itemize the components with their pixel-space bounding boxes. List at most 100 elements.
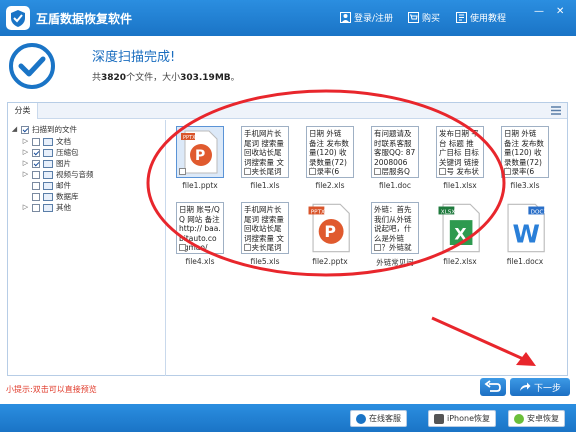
- media-checkbox[interactable]: [32, 170, 40, 179]
- close-icon[interactable]: ✕: [556, 6, 564, 17]
- footer-bar: 在线客服 iPhone恢复 安卓恢复: [0, 404, 576, 432]
- file-thumbnail[interactable]: 手机网片长尾词 搜索量 回收站长尾词搜索量 文件夹长尾词: [241, 202, 289, 254]
- pptx-file-icon: PPTX P: [308, 203, 350, 253]
- file-name: file1.docx: [506, 257, 544, 266]
- root-checkbox[interactable]: [21, 125, 29, 134]
- tutorial-button[interactable]: 使用教程: [456, 11, 506, 24]
- list-view-icon[interactable]: [551, 106, 561, 115]
- scan-summary: 共3820个文件，大小303.19MB。: [92, 73, 240, 83]
- buy-button[interactable]: 购买: [408, 11, 440, 24]
- file-item[interactable]: 外链：首先我们从外链说起吧，什么是外链呢？外链就是在 外链常见问: [365, 202, 425, 268]
- file-item[interactable]: 发布日期 平台 标题 推广目标 目标关键词 链接 账号 发布状态 file1.x…: [430, 126, 490, 190]
- file-thumbnail[interactable]: XLSX X: [436, 202, 484, 254]
- undo-arrow-icon: [484, 380, 501, 392]
- tree-item-mail[interactable]: 邮件: [32, 180, 71, 191]
- svg-text:DOCX: DOCX: [531, 209, 548, 215]
- file-item[interactable]: DOCX W file1.docx: [495, 202, 555, 266]
- file-count: 3820: [101, 73, 127, 83]
- user-icon: [340, 12, 351, 23]
- android-recovery-label: 安卓恢复: [527, 414, 559, 423]
- preview-hint: 小提示:双击可以直接预览: [6, 385, 97, 394]
- file-item[interactable]: 日期 外链 备注 发布数量(120) 收录数量(72) 收录率(6 file2.…: [300, 126, 360, 190]
- image-folder-icon: [43, 159, 53, 168]
- file-thumbnail[interactable]: 日期 账号/QQ 网站 备注 http:// baa.bitauto.co ng…: [176, 202, 224, 254]
- tree-item-database[interactable]: 数据库: [32, 191, 79, 202]
- file-checkbox[interactable]: [439, 168, 446, 175]
- file-item[interactable]: 日期 账号/QQ 网站 备注 http:// baa.bitauto.co ng…: [170, 202, 230, 266]
- expand-icon[interactable]: ▷: [22, 171, 29, 178]
- file-checkbox[interactable]: [309, 168, 316, 175]
- database-checkbox[interactable]: [32, 192, 40, 201]
- iphone-recovery-button[interactable]: iPhone恢复: [428, 410, 497, 427]
- scan-status-title: 深度扫描完成!: [92, 50, 176, 65]
- svg-text:PPTX: PPTX: [311, 209, 325, 215]
- file-checkbox[interactable]: [179, 244, 186, 251]
- mail-checkbox[interactable]: [32, 181, 40, 190]
- next-step-button[interactable]: 下一步: [510, 378, 570, 396]
- file-checkbox[interactable]: [374, 168, 381, 175]
- file-name: file1.pptx: [182, 181, 218, 190]
- back-button[interactable]: [480, 378, 506, 396]
- tree-item-images[interactable]: ▷ 图片: [22, 158, 71, 169]
- phone-icon: [434, 413, 444, 424]
- share-arrow-icon: [519, 382, 531, 391]
- file-thumbnail[interactable]: 手机网片长尾词 搜索量 回收站长尾词搜索量 文件夹长尾词: [241, 126, 289, 178]
- file-item[interactable]: PPTX P file1.pptx: [170, 126, 230, 190]
- online-service-label: 在线客服: [369, 414, 401, 423]
- file-item[interactable]: 手机网片长尾词 搜索量 回收站长尾词搜索量 文件夹长尾词 file5.xls: [235, 202, 295, 266]
- file-item[interactable]: XLSX X file2.xlsx: [430, 202, 490, 266]
- media-folder-icon: [43, 170, 53, 179]
- expand-icon[interactable]: ▷: [22, 138, 29, 145]
- file-thumbnail[interactable]: 日期 外链 备注 发布数量(120) 收录数量(72) 收录率(6: [501, 126, 549, 178]
- app-title: 互盾数据恢复软件: [36, 12, 133, 26]
- file-thumbnail[interactable]: 发布日期 平台 标题 推广目标 目标关键词 链接 账号 发布状态: [436, 126, 484, 178]
- collapse-icon[interactable]: ◢: [11, 126, 18, 133]
- tutorial-label: 使用教程: [470, 14, 507, 24]
- tree-item-archives[interactable]: ▷ 压缩包: [22, 147, 79, 158]
- file-thumbnail[interactable]: PPTX P: [306, 202, 354, 254]
- file-checkbox[interactable]: [244, 168, 251, 175]
- tree-item-documents[interactable]: ▷ 文档: [22, 136, 71, 147]
- file-thumbnail[interactable]: PPTX P: [176, 126, 224, 178]
- file-checkbox[interactable]: [504, 168, 511, 175]
- file-checkbox[interactable]: [374, 244, 381, 251]
- file-thumbnail[interactable]: DOCX W: [501, 202, 549, 254]
- iphone-recovery-label: iPhone恢复: [447, 414, 491, 423]
- svg-text:W: W: [513, 220, 540, 249]
- file-item[interactable]: 手机网片长尾词 搜索量 回收站长尾词搜索量 文件夹长尾词 file1.xls: [235, 126, 295, 190]
- file-item[interactable]: 有问题请及时联系客服 客服QQ: 872008006 三层服务QQ: file1…: [365, 126, 425, 190]
- file-thumbnail[interactable]: 日期 外链 备注 发布数量(120) 收录数量(72) 收录率(6: [306, 126, 354, 178]
- login-button[interactable]: 登录/注册: [340, 11, 393, 24]
- svg-text:P: P: [195, 148, 205, 164]
- buy-label: 购买: [422, 14, 441, 24]
- file-thumbnail[interactable]: 外链：首先我们从外链说起吧，什么是外链呢？外链就是在: [371, 202, 419, 254]
- file-item[interactable]: 日期 外链 备注 发布数量(120) 收录数量(72) 收录率(6 file3.…: [495, 126, 555, 190]
- file-name: file2.pptx: [312, 257, 348, 266]
- expand-icon[interactable]: ▷: [22, 160, 29, 167]
- expand-icon[interactable]: ▷: [22, 149, 29, 156]
- tree-root[interactable]: ◢ 扫描到的文件: [11, 124, 77, 135]
- tab-category[interactable]: 分类: [8, 103, 38, 119]
- file-item[interactable]: PPTX P file2.pptx: [300, 202, 360, 266]
- chat-icon: [356, 413, 366, 424]
- minimize-icon[interactable]: —: [534, 6, 544, 17]
- images-checkbox[interactable]: [32, 159, 40, 168]
- file-name: file5.xls: [250, 257, 280, 266]
- online-service-button[interactable]: 在线客服: [350, 410, 407, 427]
- tree-item-other[interactable]: ▷ 其他: [22, 202, 71, 213]
- file-thumbnail[interactable]: 有问题请及时联系客服 客服QQ: 872008006 三层服务QQ:: [371, 126, 419, 178]
- tree-item-media[interactable]: ▷ 视频与音频: [22, 169, 94, 180]
- other-folder-icon: [43, 203, 53, 212]
- other-checkbox[interactable]: [32, 203, 40, 212]
- file-checkbox[interactable]: [244, 244, 251, 251]
- archives-checkbox[interactable]: [32, 148, 40, 157]
- file-checkbox[interactable]: [179, 168, 186, 175]
- document-folder-icon: [43, 137, 53, 146]
- category-tree: ◢ 扫描到的文件 ▷ 文档 ▷ 压缩包 ▷ 图片 ▷ 视频与音频 邮件 数据库 …: [8, 120, 166, 376]
- file-name: file4.xls: [185, 257, 215, 266]
- expand-icon[interactable]: ▷: [22, 204, 29, 211]
- file-name: file1.xlsx: [443, 181, 477, 190]
- svg-text:PPTX: PPTX: [183, 135, 196, 141]
- android-recovery-button[interactable]: 安卓恢复: [508, 410, 565, 427]
- documents-checkbox[interactable]: [32, 137, 40, 146]
